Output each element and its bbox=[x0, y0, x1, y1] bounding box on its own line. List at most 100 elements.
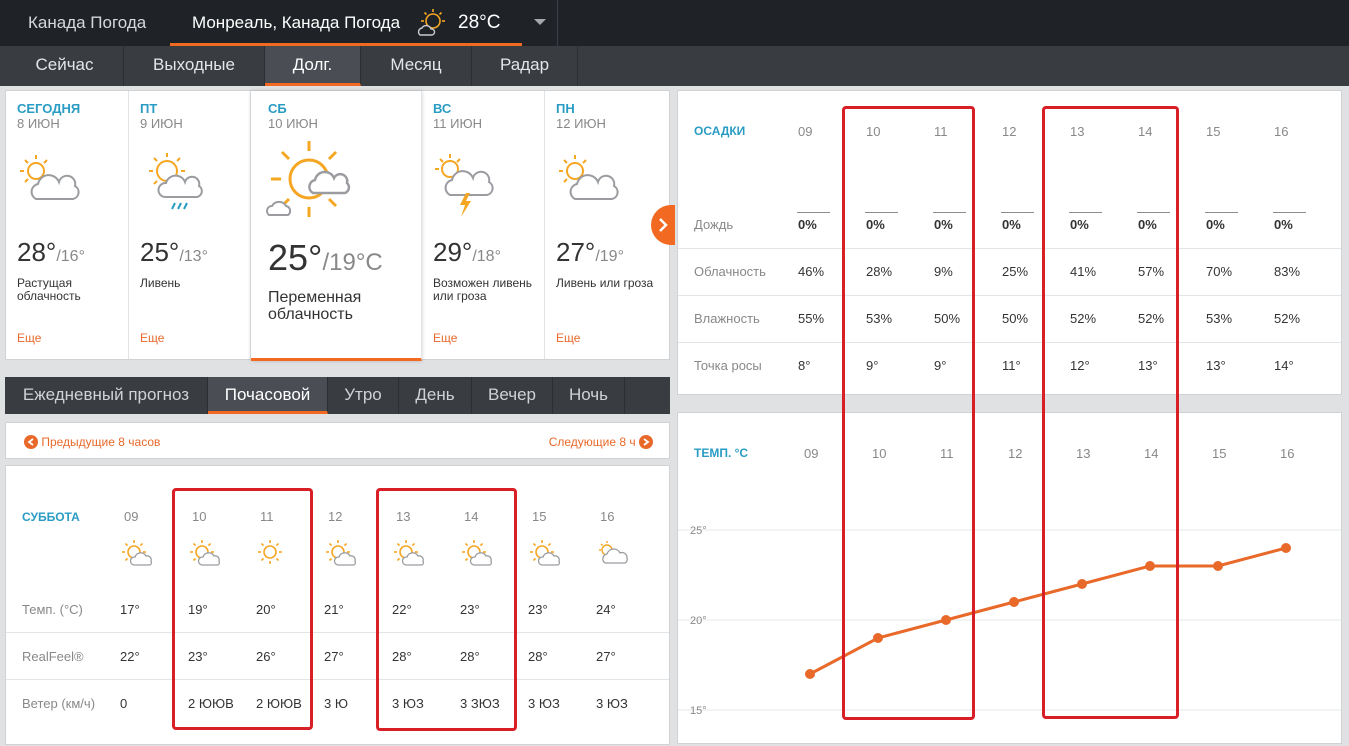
hourly-cell: 23° bbox=[528, 602, 548, 617]
temperature-line-chart: 09 10 11 12 13 14 15 1625°20°15° bbox=[678, 446, 1341, 717]
row-label-wind: Ветер (км/ч) bbox=[22, 696, 96, 711]
sun-cloud-icon bbox=[120, 538, 154, 573]
previous-hours-link[interactable]: Предыдущие 8 часов bbox=[24, 435, 160, 449]
low-temp: /16° bbox=[56, 248, 85, 265]
precipitation-table: ОСАДКИ 09 0% 46% 55% 8° 10 0% 28% 53% 9° 11 0% 9% 50%… bbox=[677, 90, 1342, 395]
tab-radar[interactable]: Радар bbox=[472, 46, 578, 86]
more-link[interactable]: Еще bbox=[17, 331, 41, 345]
high-temp: 28° bbox=[17, 237, 57, 267]
current-temperature: 28°C bbox=[458, 12, 501, 33]
country-weather-tab[interactable]: Канада Погода bbox=[0, 0, 170, 46]
temperature-point[interactable] bbox=[1009, 597, 1019, 607]
daily-forecast-cards: СЕГОДНЯ 8 ИЮН 28°/16° Растущая облачност… bbox=[5, 90, 675, 361]
row-divider bbox=[678, 342, 1341, 343]
y-tick-label: 25° bbox=[690, 525, 707, 537]
hourly-forecast-table: СУББОТА 09 17° 22° 0 10 19° 23° 2 ЮЮВ 11 20° 26° 2 … bbox=[5, 465, 670, 745]
next-hours-link[interactable]: Следующие 8 ч bbox=[549, 435, 653, 449]
tab-evening[interactable]: Вечер bbox=[472, 377, 553, 414]
more-link[interactable]: Еще bbox=[556, 331, 580, 345]
day-phrase: Ливень или гроза bbox=[556, 276, 654, 290]
high-temp: 27° bbox=[556, 237, 596, 267]
tab-now[interactable]: Сейчас bbox=[6, 46, 124, 86]
day-card-fri[interactable]: ПТ 9 ИЮН 25°/13° Ливень Еще bbox=[129, 91, 251, 359]
day-date: 12 ИЮН bbox=[556, 116, 606, 131]
tab-morning[interactable]: Утро bbox=[328, 377, 399, 414]
day-temperature: 25°/19°C bbox=[268, 237, 383, 279]
top-bar: Канада Погода Монреаль, Канада Погода 28… bbox=[0, 0, 1349, 46]
tab-weekend[interactable]: Выходные bbox=[124, 46, 265, 86]
day-date: 11 ИЮН bbox=[433, 116, 482, 131]
more-link[interactable]: Еще bbox=[433, 331, 457, 345]
arrow-right-icon bbox=[639, 435, 653, 449]
hourly-day-title: СУББОТА bbox=[22, 510, 80, 524]
low-temp: /19°C bbox=[322, 249, 383, 276]
x-tick-label: 16 bbox=[1280, 446, 1294, 461]
tab-long-range[interactable]: Долг. bbox=[265, 46, 361, 86]
chevron-down-icon bbox=[534, 19, 546, 25]
row-label-rain: Дождь bbox=[694, 217, 734, 232]
high-temp: 29° bbox=[433, 237, 473, 267]
rain-bar-baseline bbox=[1205, 212, 1238, 213]
location-dropdown-button[interactable] bbox=[522, 0, 558, 46]
arrow-left-icon bbox=[24, 435, 38, 449]
y-tick-label: 20° bbox=[690, 615, 707, 627]
sun-cloud-icon bbox=[417, 9, 445, 36]
showers-icon bbox=[149, 153, 203, 210]
tab-daily[interactable]: Ежедневный прогноз bbox=[5, 377, 208, 414]
y-tick-label: 15° bbox=[690, 705, 707, 717]
day-card-sat-selected[interactable]: СБ 10 ИЮН 25°/19°C Переменная облачность bbox=[251, 91, 422, 361]
city-weather-label: Монреаль, Канада Погода bbox=[192, 13, 401, 32]
hourly-cell: 0 bbox=[120, 696, 128, 711]
tab-day[interactable]: День bbox=[399, 377, 472, 414]
row-label-dewpoint: Точка росы bbox=[694, 358, 762, 373]
low-temp: /13° bbox=[179, 248, 208, 265]
precip-cell: 13° bbox=[1206, 358, 1226, 373]
hourly-cell: 21° bbox=[324, 602, 344, 617]
chevron-right-icon bbox=[659, 218, 668, 232]
day-card-sun[interactable]: ВС 11 ИЮН 29°/18° Возможен ливень или гр… bbox=[422, 91, 545, 359]
day-name: ПТ bbox=[140, 101, 158, 116]
precip-cell: 14° bbox=[1274, 358, 1294, 373]
day-temperature: 29°/18° bbox=[433, 237, 501, 268]
cloudy-icon bbox=[596, 538, 630, 573]
hourly-cell: 3 ЮЗ bbox=[596, 696, 628, 711]
day-temperature: 27°/19° bbox=[556, 237, 624, 268]
day-phrase: Возможен ливень или гроза bbox=[433, 276, 532, 303]
hourly-cell: 24° bbox=[596, 602, 616, 617]
temperature-point[interactable] bbox=[1281, 543, 1291, 553]
hourly-cell: 27° bbox=[596, 649, 616, 664]
hour-header: 15 bbox=[532, 509, 547, 524]
high-temp: 25° bbox=[268, 237, 323, 278]
hour-header: 15 bbox=[1206, 124, 1221, 139]
partly-cloudy-icon bbox=[20, 155, 80, 200]
precip-cell: 0% bbox=[1274, 217, 1293, 232]
day-temperature: 25°/13° bbox=[140, 237, 208, 268]
row-divider bbox=[6, 679, 669, 680]
temperature-point[interactable] bbox=[1213, 561, 1223, 571]
rain-bar-baseline bbox=[797, 212, 830, 213]
tab-night[interactable]: Ночь bbox=[553, 377, 625, 414]
rain-bar-baseline bbox=[1001, 212, 1034, 213]
city-weather-tab[interactable]: Монреаль, Канада Погода 28°C bbox=[170, 0, 522, 46]
more-link[interactable]: Еще bbox=[140, 331, 164, 345]
day-phrase: Переменная облачность bbox=[268, 289, 362, 323]
temperature-chart-panel: ТЕМП. °C 09 10 11 12 13 14 15 16 25° 20° 15° bbox=[677, 412, 1342, 744]
sun-cloud-icon bbox=[324, 538, 358, 573]
tab-hourly[interactable]: Почасовой bbox=[208, 377, 328, 414]
high-temp: 25° bbox=[140, 237, 180, 267]
hourly-cell: 27° bbox=[324, 649, 344, 664]
x-tick-label: 09 bbox=[804, 446, 818, 461]
temperature-point[interactable] bbox=[805, 669, 815, 679]
low-temp: /19° bbox=[595, 248, 624, 265]
row-label-temp: Темп. (°C) bbox=[22, 602, 83, 617]
thunder-icon bbox=[435, 154, 494, 217]
day-name: СБ bbox=[268, 101, 287, 116]
x-tick-label: 12 bbox=[1008, 446, 1022, 461]
day-card-today[interactable]: СЕГОДНЯ 8 ИЮН 28°/16° Растущая облачност… bbox=[6, 91, 129, 359]
tab-month[interactable]: Месяц bbox=[361, 46, 472, 86]
row-label-realfeel: RealFeel® bbox=[22, 649, 84, 664]
day-temperature: 28°/16° bbox=[17, 237, 85, 268]
hour-header: 16 bbox=[1274, 124, 1289, 139]
low-temp: /18° bbox=[472, 248, 501, 265]
day-phrase: Растущая облачность bbox=[17, 276, 81, 303]
